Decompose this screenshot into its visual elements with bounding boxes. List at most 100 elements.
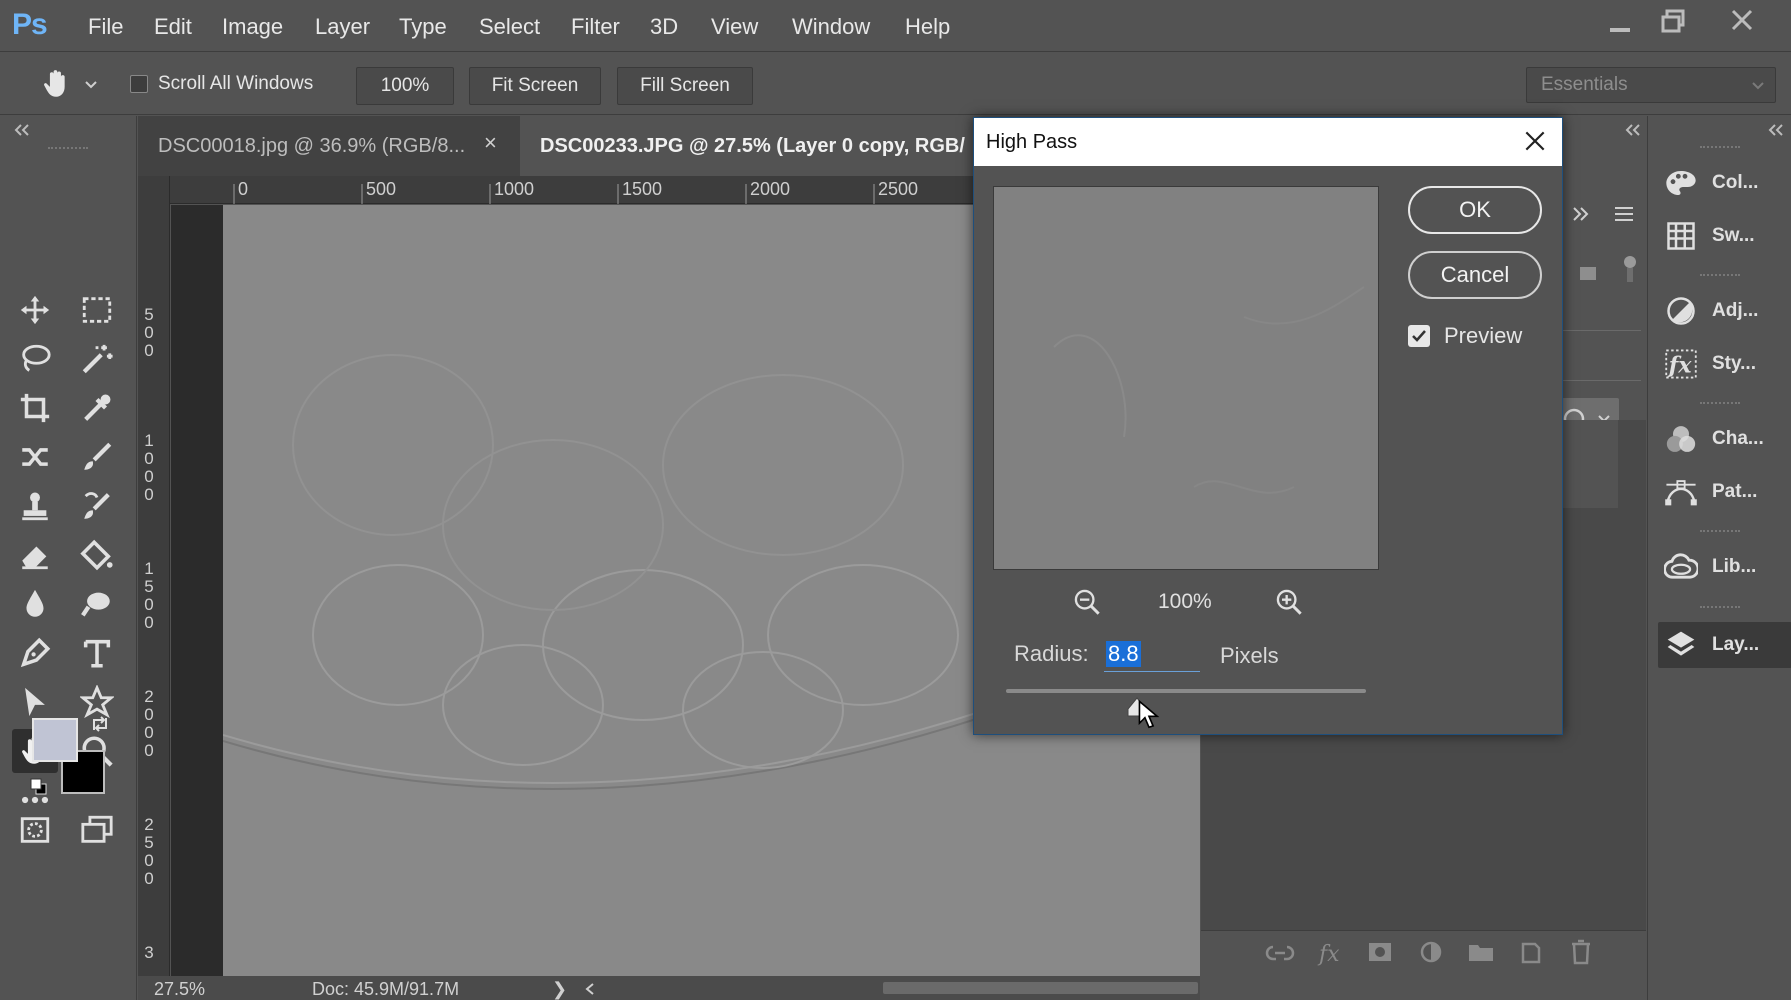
tab-dsc00018[interactable]: DSC00018.jpg @ 36.9% (RGB/8... ×: [138, 116, 518, 176]
panel-grip[interactable]: [1700, 606, 1740, 614]
ok-button[interactable]: OK: [1408, 186, 1542, 234]
folder-icon[interactable]: [1467, 941, 1495, 963]
scroll-left-icon[interactable]: [584, 982, 596, 996]
healing-tool[interactable]: [12, 435, 58, 479]
fill-field[interactable]: [1559, 351, 1641, 381]
horizontal-scrollbar[interactable]: [883, 982, 1198, 994]
brush-tool[interactable]: [74, 435, 120, 479]
menu-edit[interactable]: Edit: [154, 14, 192, 40]
pen-tool[interactable]: [12, 631, 58, 675]
status-menu-arrow[interactable]: ❯: [552, 979, 567, 1000]
swap-colors-icon[interactable]: [90, 714, 110, 734]
preview-checkbox[interactable]: Preview: [1408, 318, 1588, 354]
libraries-panel-button[interactable]: Lib...: [1664, 544, 1786, 590]
menu-view[interactable]: View: [711, 14, 758, 40]
panel-menu-icon[interactable]: [1613, 204, 1635, 224]
tab-dsc00233[interactable]: DSC00233.JPG @ 27.5% (Layer 0 copy, RGB/: [520, 116, 980, 176]
panel-grip[interactable]: [48, 147, 88, 155]
adjustment-layer-icon[interactable]: [1419, 940, 1443, 964]
layers-panel-button[interactable]: Lay...: [1658, 622, 1791, 668]
menu-filter[interactable]: Filter: [571, 14, 620, 40]
menu-bar: Ps File Edit Image Layer Type Select Fil…: [0, 0, 1791, 52]
color-panel-button[interactable]: Col...: [1664, 160, 1786, 206]
panel-grip[interactable]: [1700, 530, 1740, 538]
fit-screen-button[interactable]: Fit Screen: [469, 67, 601, 105]
crop-tool[interactable]: [12, 386, 58, 430]
workspace-select[interactable]: Essentials: [1526, 67, 1776, 103]
swatches-panel-button[interactable]: Sw...: [1664, 213, 1786, 259]
radius-slider-track[interactable]: [1006, 689, 1366, 693]
lasso-icon: [22, 344, 51, 372]
link-layers-icon[interactable]: [1265, 941, 1295, 965]
eyedropper-tool[interactable]: [74, 386, 120, 430]
menu-help[interactable]: Help: [905, 14, 950, 40]
restore-icon[interactable]: [1660, 8, 1686, 34]
move-tool[interactable]: [12, 288, 58, 332]
fx-icon[interactable]: fx: [1317, 939, 1345, 967]
type-tool[interactable]: [74, 631, 120, 675]
ruler-label: 500: [144, 305, 154, 360]
preview-label: Preview: [1444, 323, 1523, 348]
default-colors-icon[interactable]: [30, 778, 48, 796]
zoom-value-field[interactable]: 100%: [356, 67, 454, 105]
vertical-ruler: 500 1000 1500 2000 2500 3: [138, 176, 170, 976]
channels-panel-button[interactable]: Cha...: [1664, 416, 1786, 462]
scroll-all-windows-checkbox[interactable]: [130, 75, 148, 93]
chevron-down-icon[interactable]: [84, 79, 98, 91]
collapse-chevrons-icon[interactable]: [1766, 124, 1786, 136]
menu-type[interactable]: Type: [399, 14, 447, 40]
menu-3d[interactable]: 3D: [650, 14, 678, 40]
panel-grip[interactable]: [1700, 146, 1740, 154]
radius-input[interactable]: 8.8: [1104, 639, 1200, 672]
cancel-button[interactable]: Cancel: [1408, 251, 1542, 299]
stamp-tool[interactable]: [12, 484, 58, 528]
add-mask-icon[interactable]: [1367, 940, 1393, 964]
menu-select[interactable]: Select: [479, 14, 540, 40]
dodge-tool[interactable]: [74, 582, 120, 626]
quick-mask-button[interactable]: [12, 808, 58, 852]
new-layer-icon[interactable]: [1519, 939, 1543, 965]
minimize-icon[interactable]: [1608, 14, 1632, 38]
collapse-chevrons-icon[interactable]: [12, 124, 32, 136]
menu-layer[interactable]: Layer: [315, 14, 370, 40]
paths-panel-button[interactable]: Pat...: [1664, 469, 1786, 515]
foreground-color-swatch[interactable]: [32, 718, 78, 762]
panel-label: Sw...: [1712, 225, 1755, 246]
trash-icon[interactable]: [1569, 938, 1593, 966]
zoom-in-icon[interactable]: [1275, 588, 1303, 616]
quick-mask-icon: [20, 817, 50, 843]
magic-wand-tool[interactable]: [74, 337, 120, 381]
ruler-label: 1000: [494, 179, 535, 199]
close-tab-icon[interactable]: ×: [484, 130, 497, 156]
expand-chevrons-icon[interactable]: [1571, 206, 1591, 222]
eyedropper-icon: [84, 394, 111, 421]
eraser-tool[interactable]: [12, 533, 58, 577]
lock-icon[interactable]: [1577, 256, 1599, 282]
palette-icon: [1666, 171, 1696, 195]
adjustments-panel-button[interactable]: Adj...: [1664, 288, 1786, 334]
lasso-tool[interactable]: [12, 337, 58, 381]
collapse-chevrons-icon[interactable]: [1623, 124, 1643, 136]
menu-file[interactable]: File: [88, 14, 123, 40]
dialog-title-bar[interactable]: High Pass: [974, 118, 1562, 166]
tools-panel: [0, 116, 137, 1000]
paint-bucket-tool[interactable]: [74, 533, 120, 577]
brush-lock-icon[interactable]: [1623, 254, 1637, 284]
history-brush-tool[interactable]: [74, 484, 120, 528]
status-zoom[interactable]: 27.5%: [154, 979, 205, 1000]
menu-window[interactable]: Window: [792, 14, 870, 40]
menu-image[interactable]: Image: [222, 14, 283, 40]
mouse-cursor-icon: [1138, 700, 1160, 729]
screen-mode-button[interactable]: [74, 808, 120, 852]
blur-tool[interactable]: [12, 582, 58, 626]
panel-grip[interactable]: [1700, 274, 1740, 282]
marquee-tool[interactable]: [74, 288, 120, 332]
close-icon[interactable]: [1730, 8, 1754, 32]
filter-preview[interactable]: [993, 186, 1379, 570]
styles-panel-button[interactable]: fx Sty...: [1664, 341, 1786, 387]
close-icon[interactable]: [1522, 128, 1548, 154]
panel-grip[interactable]: [1700, 402, 1740, 410]
fill-screen-button[interactable]: Fill Screen: [617, 67, 753, 105]
zoom-out-icon[interactable]: [1073, 588, 1101, 616]
hand-tool-icon[interactable]: [40, 67, 74, 101]
